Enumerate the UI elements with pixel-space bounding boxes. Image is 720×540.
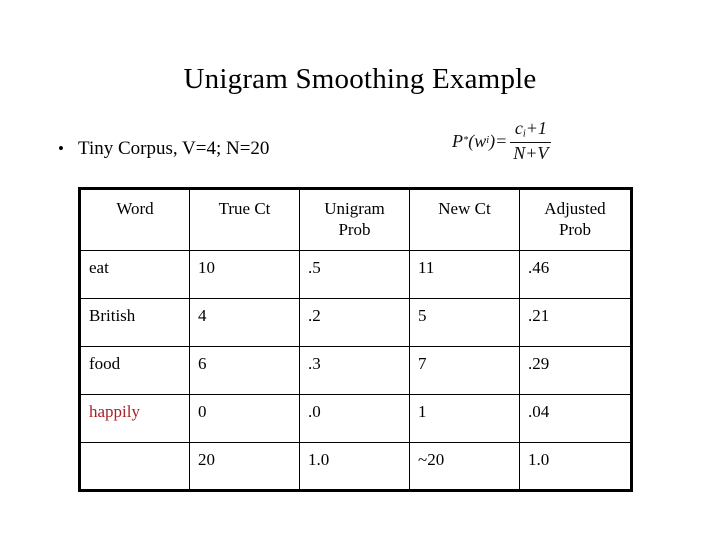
cell-adjusted-prob: .29 (519, 346, 632, 395)
column-header-true-ct: True Ct (189, 188, 300, 251)
table-totals-row: 20 1.0 ~20 1.0 (79, 442, 632, 491)
cell-adjusted-prob: .46 (519, 250, 632, 299)
cell-true-ct: 0 (189, 394, 300, 443)
formula-numerator-c: c (514, 118, 523, 138)
word-label: happily (89, 402, 140, 421)
word-label: British (89, 306, 136, 325)
bullet-item-label: Tiny Corpus, V=4; N=20 (78, 138, 270, 159)
cell-true-ct: 4 (189, 298, 300, 347)
bullet-point-icon: • (58, 139, 64, 158)
table-row: eat 10 .5 11 .46 (79, 250, 632, 299)
cell-word: happily (79, 394, 190, 443)
column-header-word-line1: Word (116, 199, 154, 218)
column-header-unigram-prob-line1: Unigram (324, 199, 385, 218)
cell-true-ct-total: 20 (189, 442, 300, 491)
cell-adjusted-prob: .04 (519, 394, 632, 443)
table-header-row: Word True Ct Unigram Prob New Ct Adjuste… (79, 188, 632, 251)
cell-new-ct-total: ~20 (409, 442, 520, 491)
bullet-item: • Tiny Corpus, V=4; N=20 (52, 137, 269, 161)
column-header-new-ct: New Ct (409, 188, 520, 251)
column-header-unigram-prob-line2: Prob (338, 220, 371, 239)
smoothing-formula-image: P * (w i)= ci+1 N+V (452, 119, 552, 163)
table-row: happily 0 .0 1 .04 (79, 394, 632, 443)
cell-true-ct: 10 (189, 250, 300, 299)
unigram-smoothing-table: Word True Ct Unigram Prob New Ct Adjuste… (78, 187, 633, 492)
cell-unigram-prob: .2 (299, 298, 410, 347)
formula-w-open: (w (468, 130, 487, 151)
formula-numerator-plus-one: +1 (525, 118, 547, 138)
cell-new-ct: 1 (409, 394, 520, 443)
table-header: Word True Ct Unigram Prob New Ct Adjuste… (79, 188, 632, 251)
cell-true-ct: 6 (189, 346, 300, 395)
word-label: eat (89, 258, 109, 277)
formula-denominator: N+V (510, 141, 552, 163)
column-header-adjusted-prob: Adjusted Prob (519, 188, 632, 251)
formula-fraction: ci+1 N+V (510, 119, 552, 163)
cell-word: eat (79, 250, 190, 299)
column-header-adjusted-prob-line2: Prob (558, 220, 592, 239)
cell-word (79, 442, 190, 491)
column-header-new-ct-line1: New Ct (438, 199, 491, 218)
column-header-adjusted-prob-line1: Adjusted (544, 199, 606, 218)
cell-new-ct: 5 (409, 298, 520, 347)
table-body: eat 10 .5 11 .46 British 4 .2 5 .21 food… (79, 250, 632, 491)
cell-word: British (79, 298, 190, 347)
cell-unigram-prob: .5 (299, 250, 410, 299)
table-row: food 6 .3 7 .29 (79, 346, 632, 395)
cell-new-ct: 7 (409, 346, 520, 395)
formula-numerator: ci+1 (512, 119, 550, 142)
slide-canvas: Unigram Smoothing Example • Tiny Corpus,… (0, 0, 720, 540)
cell-unigram-prob: .3 (299, 346, 410, 395)
cell-word: food (79, 346, 190, 395)
cell-unigram-prob: .0 (299, 394, 410, 443)
cell-adjusted-prob: .21 (519, 298, 632, 347)
cell-new-ct: 11 (409, 250, 520, 299)
word-label: food (89, 354, 121, 373)
page-title: Unigram Smoothing Example (183, 63, 537, 95)
formula-equals: )= (489, 130, 508, 151)
column-header-unigram-prob: Unigram Prob (299, 188, 410, 251)
formula-p-symbol: P (452, 130, 463, 151)
cell-unigram-prob-total: 1.0 (299, 442, 410, 491)
cell-adjusted-prob-total: 1.0 (519, 442, 632, 491)
table-row: British 4 .2 5 .21 (79, 298, 632, 347)
formula-left-hand-side: P * (w i)= (452, 132, 507, 150)
column-header-word: Word (79, 188, 190, 251)
column-header-true-ct-line1: True Ct (218, 199, 271, 218)
